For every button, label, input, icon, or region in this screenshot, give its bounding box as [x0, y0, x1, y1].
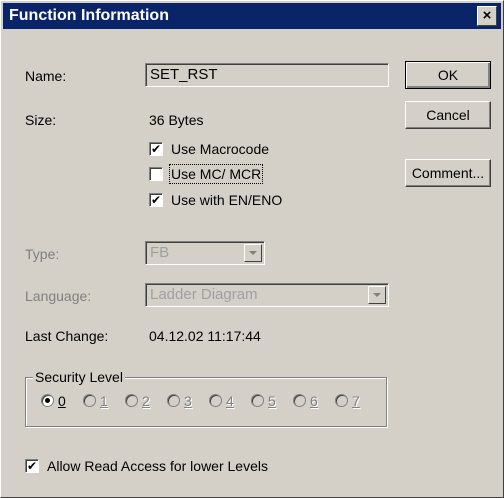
security-level-4-radio[interactable] [209, 394, 222, 407]
security-level-7-radio[interactable] [335, 394, 348, 407]
use-macrocode-checkbox[interactable]: ✔ [149, 142, 163, 156]
window-title: Function Information [9, 7, 169, 24]
security-level-2-radio[interactable] [125, 394, 138, 407]
close-icon: × [482, 7, 492, 24]
use-mc-mcr-label: Use MC/ MCR [168, 164, 264, 184]
type-value: FB [150, 244, 170, 261]
type-label: Type: [25, 246, 60, 262]
security-level-1-label: 1 [100, 393, 108, 409]
name-field[interactable]: SET_RST [145, 63, 389, 87]
allow-read-access-label: Allow Read Access for lower Levels [47, 458, 268, 474]
ok-button[interactable]: OK [405, 61, 491, 89]
name-value: SET_RST [150, 66, 218, 83]
allow-read-access-checkbox[interactable]: ✔ [25, 459, 39, 473]
use-en-eno-checkbox[interactable]: ✔ [149, 193, 163, 207]
security-level-0-radio[interactable] [41, 394, 54, 407]
security-level-7-label: 7 [352, 393, 360, 409]
security-level-6-label: 6 [310, 393, 318, 409]
security-level-2-label: 2 [142, 393, 150, 409]
comment-button[interactable]: Comment... [405, 159, 491, 187]
security-level-4-label: 4 [226, 393, 234, 409]
security-level-5-label: 5 [268, 393, 276, 409]
size-value: 36 Bytes [149, 112, 204, 128]
type-dropdown[interactable]: FB [145, 241, 265, 265]
cancel-button[interactable]: Cancel [405, 101, 491, 129]
name-label: Name: [25, 68, 67, 84]
language-label: Language: [25, 288, 92, 304]
last-change-label: Last Change: [25, 328, 109, 344]
use-mc-mcr-checkbox[interactable] [149, 167, 163, 181]
function-information-dialog: Function Information × Name: SET_RST Siz… [0, 0, 504, 498]
title-bar[interactable]: Function Information × [3, 3, 501, 29]
use-en-eno-label: Use with EN/ENO [171, 192, 283, 208]
security-level-5-radio[interactable] [251, 394, 264, 407]
security-level-3-radio[interactable] [167, 394, 180, 407]
language-dropdown[interactable]: Ladder Diagram [145, 283, 389, 307]
chevron-down-icon[interactable] [368, 286, 386, 304]
close-button[interactable]: × [477, 6, 497, 26]
chevron-down-icon[interactable] [244, 244, 262, 262]
language-value: Ladder Diagram [150, 286, 258, 303]
use-macrocode-label: Use Macrocode [171, 141, 270, 157]
security-level-3-label: 3 [184, 393, 192, 409]
security-level-6-radio[interactable] [293, 394, 306, 407]
security-level-0-label: 0 [58, 393, 66, 409]
security-level-title: Security Level [33, 368, 125, 386]
last-change-value: 04.12.02 11:17:44 [149, 328, 261, 344]
size-label: Size: [25, 112, 57, 128]
security-level-1-radio[interactable] [83, 394, 96, 407]
